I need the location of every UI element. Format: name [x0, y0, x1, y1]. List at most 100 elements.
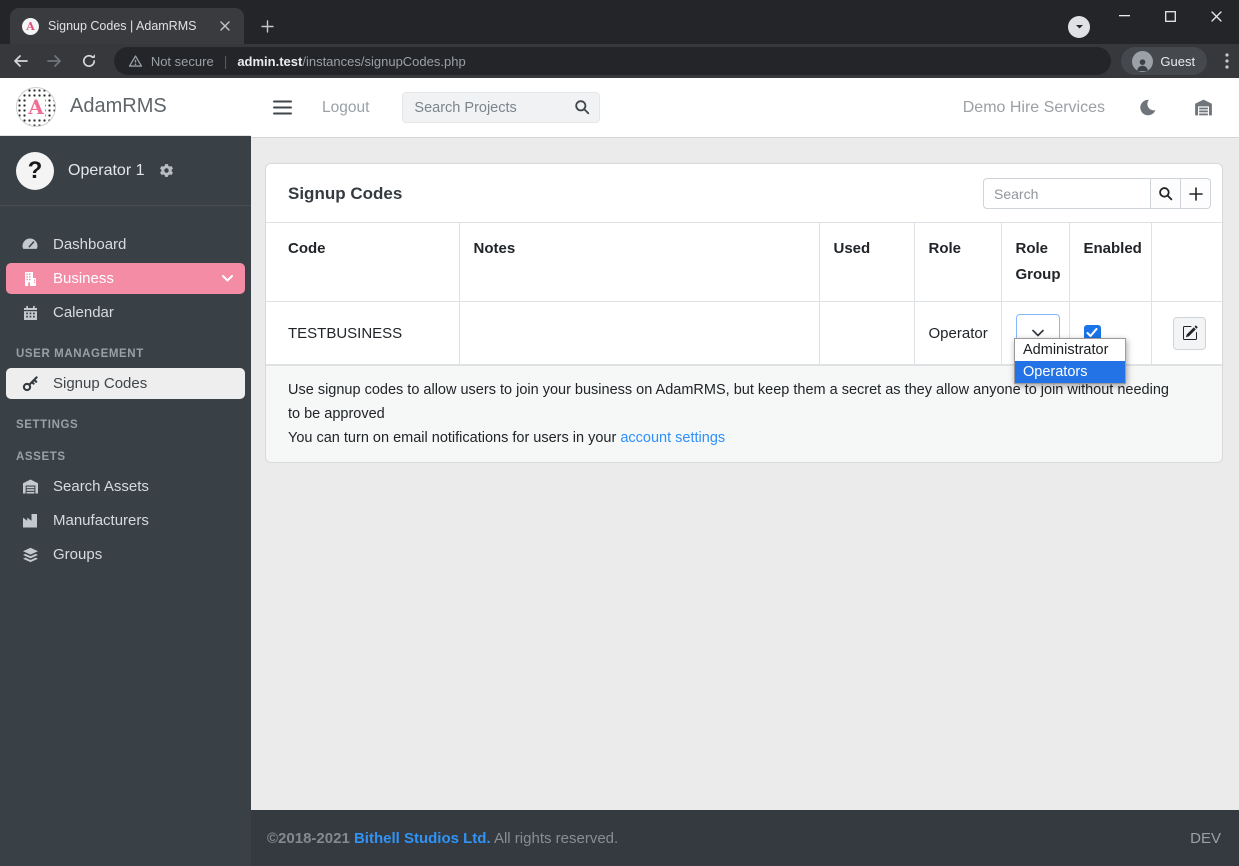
section-settings: SETTINGS: [16, 419, 79, 431]
sidebar-item-label: Business: [53, 270, 114, 287]
edit-button[interactable]: [1173, 316, 1207, 350]
section-user-management: USER MANAGEMENT: [16, 348, 144, 360]
minimize-icon[interactable]: [1101, 0, 1147, 32]
sidebar-item-groups[interactable]: Groups: [6, 539, 245, 570]
sidebar-nav: Dashboard Business Calendar USER MANAGEM…: [0, 206, 251, 570]
browser-toolbar: Not secure | admin.test/instances/signup…: [0, 44, 1239, 78]
sidebar-item-label: Signup Codes: [53, 375, 148, 392]
sidebar-item-manufacturers[interactable]: Manufacturers: [6, 505, 245, 536]
dropdown-option-operators[interactable]: Operators: [1015, 361, 1125, 383]
copyright-years: ©2018-2021: [267, 829, 350, 847]
sidebar-item-search-assets[interactable]: Search Assets: [6, 471, 245, 502]
industry-icon: [20, 513, 40, 528]
add-code-button[interactable]: [1181, 178, 1211, 209]
sidebar-item-business[interactable]: Business: [6, 263, 245, 294]
copyright-text: ©2018-2021 Bithell Studios Ltd. All righ…: [267, 830, 618, 847]
column-header-enabled: Enabled: [1069, 222, 1152, 302]
sidebar: A AdamRMS ? Operator 1 Dashboard Busines…: [0, 78, 251, 866]
card-header: Signup Codes: [266, 164, 1222, 222]
sidebar-item-label: Manufacturers: [53, 512, 149, 529]
back-icon[interactable]: [8, 48, 34, 74]
key-icon: [20, 375, 40, 392]
main-area: Logout Demo Hire Services Signup Codes: [251, 78, 1239, 866]
business-name[interactable]: Demo Hire Services: [963, 99, 1105, 117]
column-header-role: Role: [914, 222, 1002, 302]
top-navbar: Logout Demo Hire Services: [251, 78, 1239, 138]
user-name: Operator 1: [68, 161, 145, 179]
search-button[interactable]: [1151, 178, 1181, 209]
browser-tabstrip: A Signup Codes | AdamRMS: [0, 0, 1239, 44]
dropdown-option-administrator[interactable]: Administrator: [1015, 339, 1125, 361]
column-header-actions: [1151, 222, 1224, 302]
role-cell: Operator: [914, 301, 1002, 365]
section-assets: ASSETS: [16, 451, 66, 463]
actions-cell: [1151, 301, 1224, 365]
note-line: You can turn on email notifications for …: [288, 426, 1200, 450]
chevron-down-icon: [222, 275, 233, 282]
profile-label: Guest: [1160, 53, 1196, 69]
account-settings-link[interactable]: account settings: [620, 430, 725, 446]
forward-icon[interactable]: [42, 48, 68, 74]
used-cell: [819, 301, 915, 365]
url-separator: |: [223, 53, 228, 69]
calendar-icon: [20, 305, 40, 321]
page-content: Signup Codes C: [251, 138, 1239, 810]
browser-tab[interactable]: A Signup Codes | AdamRMS: [10, 8, 244, 44]
column-header-role-group: Role Group: [1001, 222, 1070, 302]
address-bar[interactable]: Not secure | admin.test/instances/signup…: [113, 47, 1112, 75]
role-group-dropdown: Administrator Operators: [1014, 338, 1126, 384]
notes-cell: [459, 301, 820, 365]
company-link[interactable]: Bithell Studios Ltd.: [354, 830, 491, 847]
signup-codes-card: Signup Codes C: [265, 163, 1224, 463]
browser-menu-icon[interactable]: [1215, 49, 1239, 73]
new-tab-button[interactable]: [254, 13, 280, 39]
search-icon[interactable]: [574, 99, 590, 115]
sidebar-item-label: Search Assets: [53, 478, 149, 495]
sidebar-item-label: Calendar: [53, 304, 114, 321]
warehouse-icon: [20, 479, 40, 494]
rights-text: All rights reserved.: [493, 829, 619, 847]
dashboard-icon: [20, 237, 40, 252]
project-search: [402, 92, 601, 123]
tab-search-button[interactable]: [1068, 16, 1090, 38]
table-header-row: Code Notes Used Role Role Group Enabled: [266, 222, 1224, 302]
url-host: admin.test: [237, 53, 303, 69]
column-header-notes: Notes: [459, 222, 820, 302]
page-title: Signup Codes: [288, 183, 403, 203]
code-cell: TESTBUSINESS: [266, 301, 460, 365]
navbar-right: Demo Hire Services: [963, 99, 1213, 117]
sidebar-item-calendar[interactable]: Calendar: [6, 297, 245, 328]
page-footer: ©2018-2021 Bithell Studios Ltd. All righ…: [251, 810, 1239, 866]
table-search-input[interactable]: [983, 178, 1151, 209]
project-search-input[interactable]: [402, 92, 601, 123]
url-path: /instances/signupCodes.php: [302, 53, 466, 69]
reload-icon[interactable]: [76, 48, 102, 74]
warning-icon: [128, 54, 143, 68]
gear-icon[interactable]: [158, 162, 175, 179]
brand-header[interactable]: A AdamRMS: [0, 78, 251, 136]
brand-name: AdamRMS: [70, 95, 167, 117]
user-row: ? Operator 1: [0, 136, 251, 206]
window-controls: [1101, 0, 1239, 32]
close-icon[interactable]: [1193, 0, 1239, 32]
env-badge: DEV: [1190, 829, 1221, 847]
maximize-icon[interactable]: [1147, 0, 1193, 32]
layers-icon: [20, 547, 40, 563]
hamburger-icon[interactable]: [273, 100, 292, 115]
logout-link[interactable]: Logout: [322, 99, 369, 117]
sidebar-item-signup-codes[interactable]: Signup Codes: [6, 368, 245, 399]
note-text: You can turn on email notifications for …: [288, 430, 621, 446]
column-header-used: Used: [819, 222, 915, 302]
column-header-code: Code: [266, 222, 460, 302]
sidebar-item-dashboard[interactable]: Dashboard: [6, 229, 245, 260]
business-icon: [20, 271, 40, 287]
table-search-group: [983, 178, 1211, 209]
warehouse-icon[interactable]: [1194, 99, 1213, 116]
profile-button[interactable]: Guest: [1121, 47, 1208, 75]
sidebar-item-label: Groups: [53, 546, 103, 563]
sidebar-item-label: Dashboard: [53, 236, 127, 253]
tab-close-icon[interactable]: [216, 17, 234, 35]
note-line: to be approved: [288, 406, 385, 422]
moon-icon[interactable]: [1139, 99, 1156, 116]
adamrms-favicon: A: [22, 17, 39, 35]
